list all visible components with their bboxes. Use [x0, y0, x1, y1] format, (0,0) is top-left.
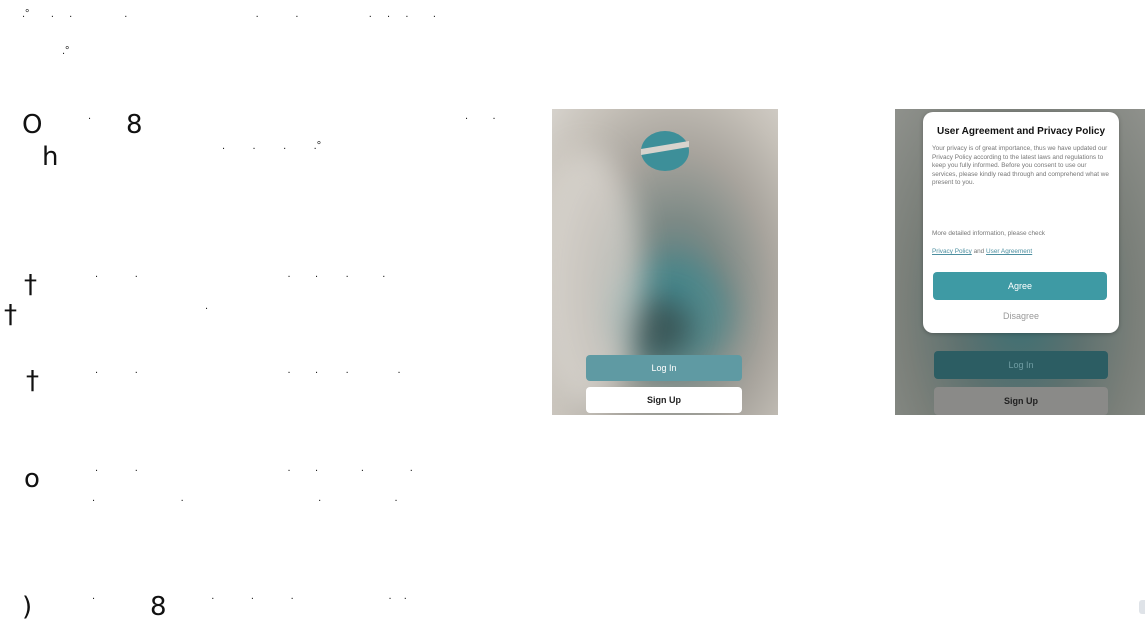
dot-row-4b: . . . .	[92, 492, 398, 504]
glyph-o: O	[22, 110, 43, 140]
login-button-dimmed[interactable]: Log In	[934, 351, 1108, 379]
privacy-dialog: User Agreement and Privacy Policy Your p…	[923, 112, 1119, 333]
user-agreement-link[interactable]: User Agreement	[986, 248, 1032, 255]
dialog-more-info: More detailed information, please check	[932, 230, 1045, 237]
dot-row-1: .	[88, 110, 92, 122]
dot-row-top: .° . . . . . . . . .	[22, 8, 436, 20]
dot-row-2: . . . . . .	[95, 268, 386, 280]
dot-row-top-2: .°	[62, 45, 70, 57]
dot-row-5: . . . . . .	[92, 590, 407, 602]
app-logo-icon	[641, 131, 689, 171]
dialog-links: Privacy Policy and User Agreement	[932, 248, 1110, 255]
dialog-title: User Agreement and Privacy Policy	[936, 126, 1106, 137]
privacy-dialog-screen: User Agreement and Privacy Policy Your p…	[895, 109, 1145, 415]
dot-row-2b: .	[205, 300, 209, 312]
dot-row-1b: . .	[465, 110, 496, 122]
dialog-body: Your privacy is of great importance, thu…	[932, 145, 1109, 187]
disagree-button[interactable]: Disagree	[923, 310, 1119, 322]
glyph-dagger-1: †	[24, 270, 37, 300]
glyph-eight: 8	[126, 110, 143, 140]
signup-button-dimmed[interactable]: Sign Up	[934, 387, 1108, 415]
privacy-policy-link[interactable]: Privacy Policy	[932, 248, 972, 255]
glyph-dagger-3: †	[26, 366, 39, 396]
dot-row-3: . . . . . .	[95, 364, 401, 376]
glyph-o-small: o	[24, 464, 40, 494]
glyph-paren: )	[22, 592, 33, 622]
signup-button[interactable]: Sign Up	[586, 387, 742, 413]
and-text: and	[973, 248, 985, 255]
dot-row-4: . . . . . .	[95, 462, 413, 474]
login-screen: Log In Sign Up	[552, 109, 778, 415]
login-button[interactable]: Log In	[586, 355, 742, 381]
glyph-h: h	[42, 142, 59, 172]
scrollbar-thumb[interactable]	[1139, 600, 1145, 614]
glyph-dagger-2: †	[4, 300, 17, 330]
dot-row-1c: . . . .°	[222, 140, 322, 152]
agree-button[interactable]: Agree	[933, 272, 1107, 300]
